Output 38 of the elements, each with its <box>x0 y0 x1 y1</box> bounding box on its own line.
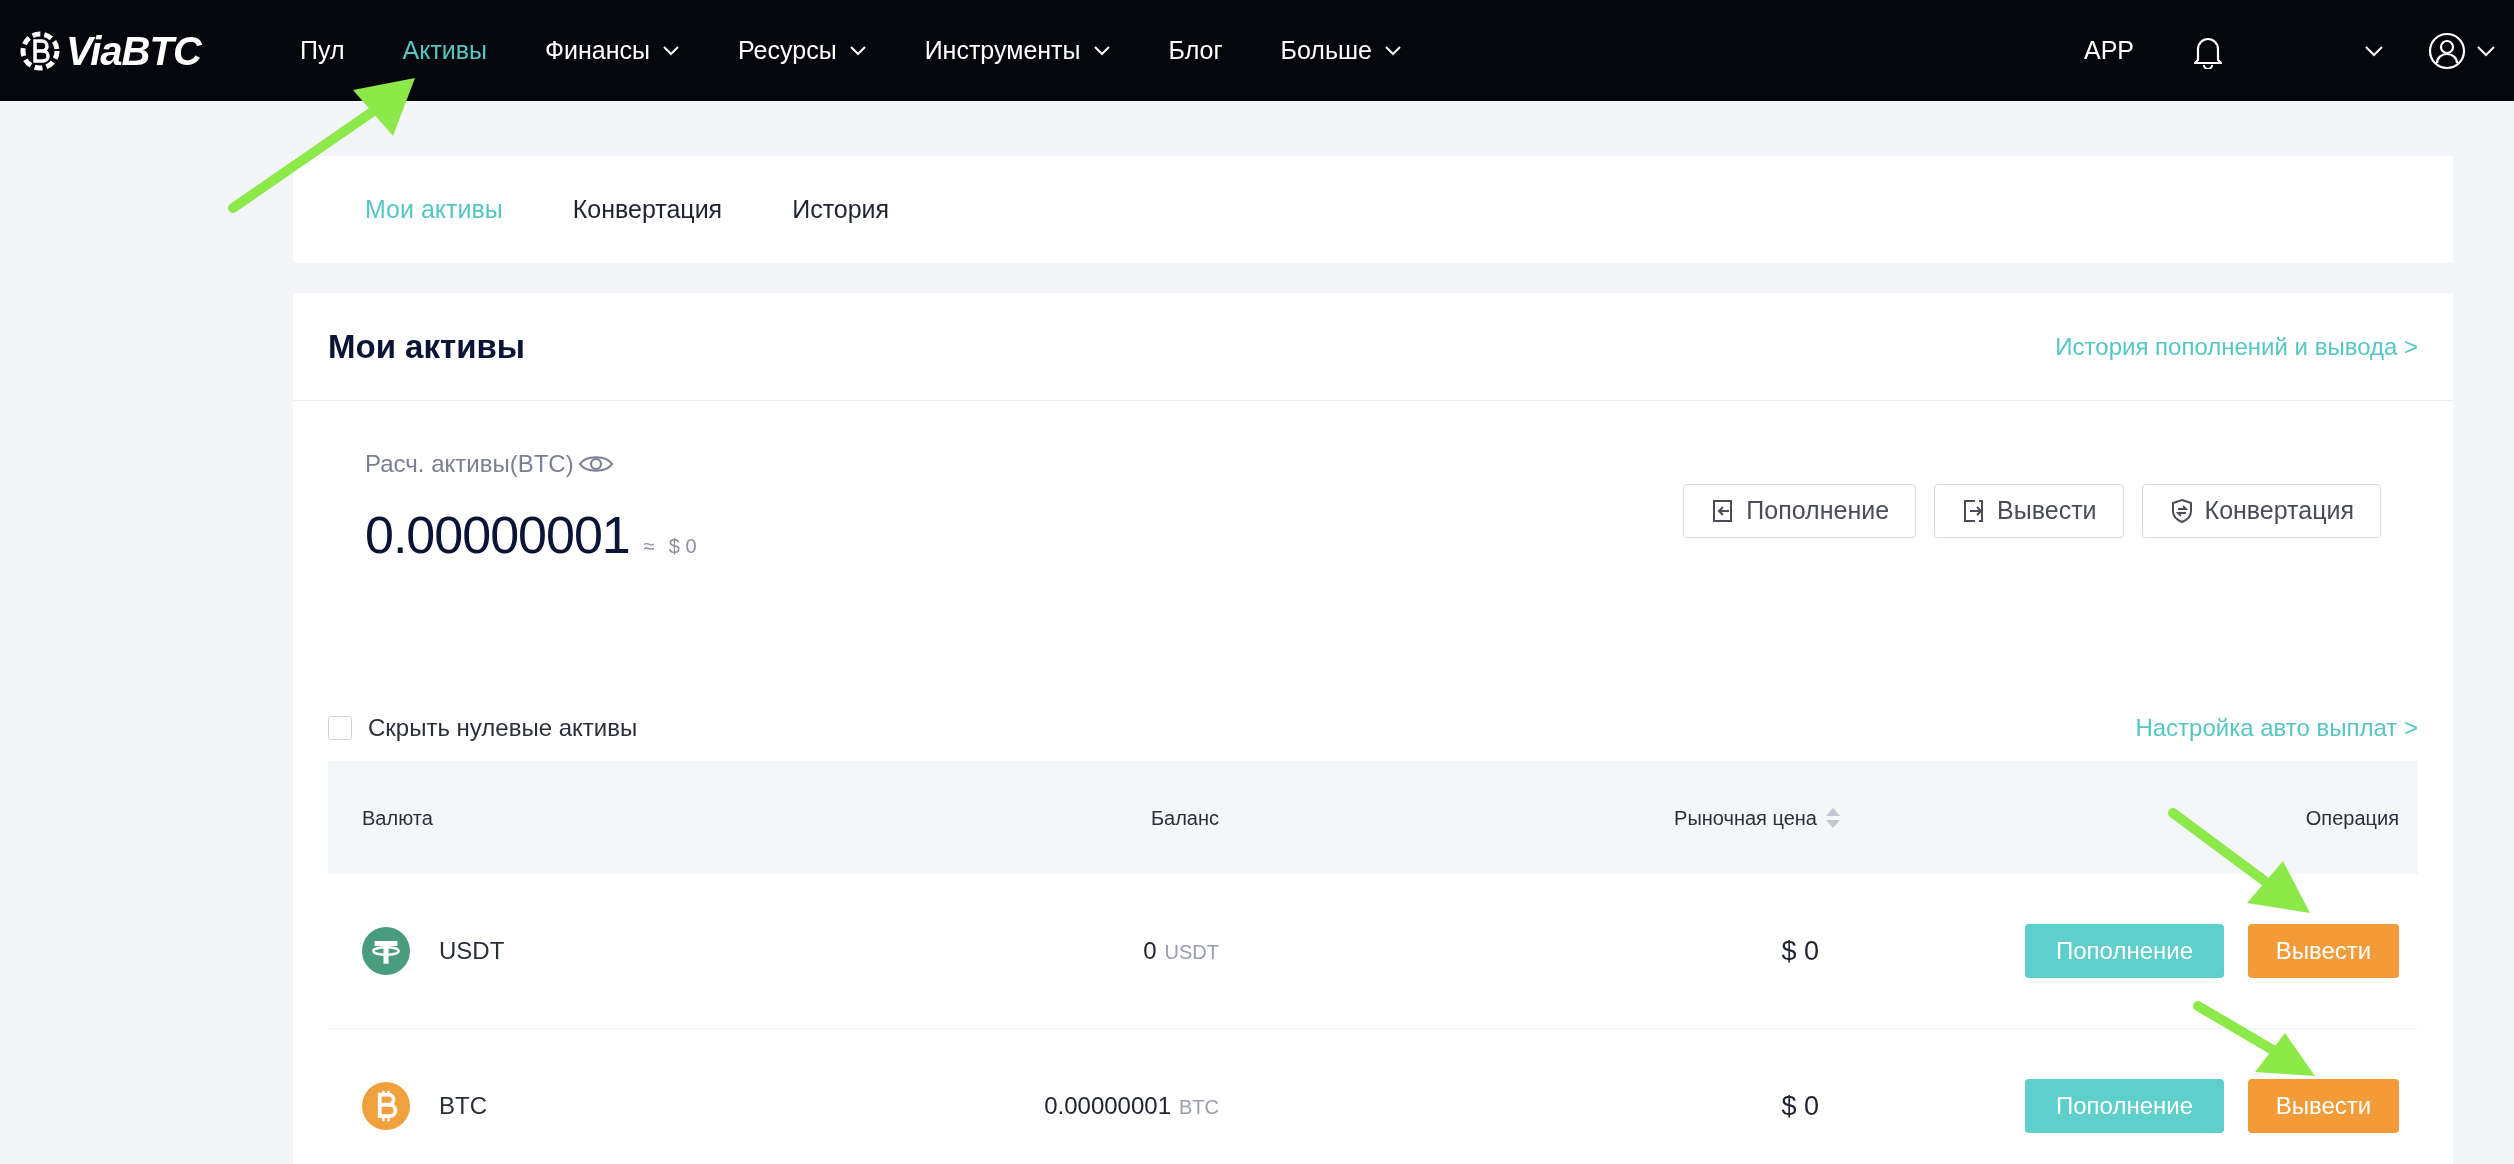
column-header: Баланс <box>1150 805 1219 831</box>
coin-icon <box>362 1082 410 1130</box>
balance-unit: USDT <box>1164 940 1219 965</box>
nav-item[interactable]: Блог <box>1168 31 1223 70</box>
nav-item[interactable]: Финансы <box>545 31 681 70</box>
balance-amount: 0.00000001 <box>1044 1091 1171 1121</box>
nav-item[interactable]: Пул <box>300 31 345 70</box>
nav-item[interactable]: Активы <box>402 31 488 70</box>
user-icon[interactable] <box>2428 31 2466 70</box>
balance-unit: BTC <box>1179 1095 1219 1120</box>
nav-item[interactable]: Ресурсы <box>738 31 867 70</box>
withdraw-button[interactable]: Вывести <box>1934 484 2124 538</box>
column-header[interactable]: Рыночная цена <box>1674 802 1817 833</box>
nav-item[interactable]: Больше <box>1280 31 1402 70</box>
market-price: $ 0 <box>1781 934 1819 968</box>
estimate-value: 0.00000001 <box>365 505 630 566</box>
logo-text[interactable]: ViaBTC <box>66 20 201 81</box>
convert-button[interactable]: Конвертация <box>2141 484 2381 538</box>
coin-name: BTC <box>439 1091 487 1121</box>
market-price: $ 0 <box>1781 1089 1819 1123</box>
estimate-label: Расч. активы(BTC) <box>365 449 574 479</box>
chevron-down-icon[interactable] <box>2364 44 2384 57</box>
coin-name: USDT <box>439 936 505 966</box>
nav-item[interactable]: Инструменты <box>924 31 1111 70</box>
tab[interactable]: Конвертация <box>572 190 723 229</box>
deposit-button[interactable]: Пополнение <box>1683 484 1917 538</box>
coin-icon <box>362 927 410 975</box>
hide-zero-checkbox[interactable] <box>328 716 352 740</box>
approx-sign: ≈ <box>643 534 655 559</box>
column-header: Валюта <box>362 806 433 829</box>
usd-value: $ 0 <box>668 534 697 559</box>
column-header: Операция <box>2305 805 2399 831</box>
section-title: Мои активы <box>328 326 525 367</box>
hide-zero-label: Скрыть нулевые активы <box>368 713 638 743</box>
app-link[interactable]: APP <box>2083 31 2134 70</box>
tab[interactable]: История <box>792 190 890 229</box>
chevron-down-icon[interactable] <box>2476 44 2496 57</box>
balance-amount: 0 <box>1143 936 1157 966</box>
